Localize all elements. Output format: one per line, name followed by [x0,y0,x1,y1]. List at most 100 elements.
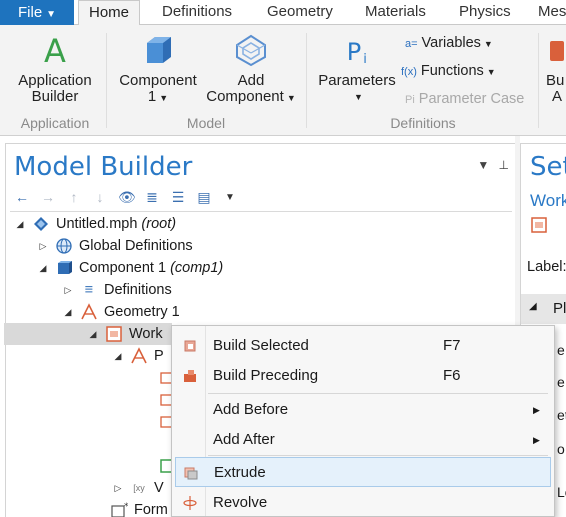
tree-node-form[interactable]: * Form [110,499,168,517]
build-selected-icon [184,340,196,352]
tree-node-view[interactable]: ▷ [xy V [112,477,164,499]
plane-geometry-label: P [154,348,164,364]
tree-node-plane-geometry[interactable]: ◢ P [112,345,164,367]
move-down-icon[interactable]: ↓ [92,189,108,205]
back-arrow-icon[interactable]: ← [14,189,30,205]
collapsed-triangle-icon[interactable]: ▷ [112,477,124,499]
list-view-icon[interactable]: ▤ [196,189,212,206]
menu-item-add-before[interactable]: Add Before ▶ [172,395,554,425]
expand-triangle-icon[interactable]: ◢ [87,323,99,345]
expand-triangle-icon[interactable]: ◢ [37,257,49,279]
expand-triangle-icon[interactable]: ◢ [14,213,26,235]
menu-item-build-preceding[interactable]: Build Preceding F6 [172,361,554,391]
component-tag: (comp1) [170,260,224,276]
settings-section-header[interactable]: ◢ Pl [521,294,566,324]
submenu-arrow-icon: ▶ [533,405,540,415]
build-label-2: A [552,88,563,105]
menu-item-extrude[interactable]: Extrude [175,457,551,487]
file-label: File [18,4,43,21]
tree-node-root[interactable]: ◢ Untitled.mph (root) [14,213,177,235]
build-selected-toolbar-icon[interactable] [530,216,548,237]
ribbon-separator [538,33,539,128]
svg-text:*: * [124,502,128,512]
tree-node-geometry[interactable]: ◢ Geometry 1 [62,301,180,323]
section-label: Pl [553,300,566,317]
component-label-2: 1 [147,88,157,105]
panel-menu-caret-icon[interactable]: ▼ [477,158,489,172]
parameters-button[interactable]: P i Parameters ▼ [314,33,400,105]
forward-arrow-icon[interactable]: → [40,189,56,205]
tree-node-component[interactable]: ◢ Component 1 (comp1) [37,257,224,279]
settings-row-letter: e: [557,374,566,390]
parameter-case-icon: Pi [405,94,415,106]
plane-geometry-icon [130,347,148,365]
collapsed-triangle-icon[interactable]: ▷ [62,279,74,301]
add-before-label: Add Before [213,401,289,418]
tab-definitions[interactable]: Definitions [152,0,242,25]
application-builder-label-1: Application [18,72,92,89]
section-collapse-triangle-icon[interactable]: ◢ [529,301,537,312]
ribbon-tab-bar: File ▼ Home Definitions Geometry Material… [0,0,566,26]
settings-row-letter: o [557,441,565,457]
view-label: V [154,480,164,496]
parameters-pi-icon: P i [347,38,367,67]
model-file-icon [32,215,50,233]
build-preceding-label: Build Preceding [213,367,319,384]
add-component-button[interactable]: Add Component ▼ [203,33,299,106]
menu-item-build-selected[interactable]: Build Selected F7 [172,331,554,361]
model-builder-title: Model Builder [14,152,193,182]
tab-physics[interactable]: Physics [449,0,521,25]
tab-materials[interactable]: Materials [355,0,436,25]
tab-home[interactable]: Home [78,0,141,26]
work-plane-icon [105,325,123,343]
build-preceding-shortcut: F6 [443,367,461,384]
ribbon-separator [306,33,307,128]
build-preceding-icon [184,370,196,382]
revolve-label: Revolve [213,494,268,511]
build-all-button[interactable]: Bu A [546,33,566,105]
parameter-case-button[interactable]: Pi Parameter Case [405,91,524,107]
move-up-icon[interactable]: ↑ [66,189,82,205]
tree-node-definitions[interactable]: ▷ ≡ Definitions [62,279,172,301]
build-selected-shortcut: F7 [443,337,461,354]
menu-separator [208,455,548,456]
form-icon: * [110,501,129,517]
functions-icon: f(x) [401,66,417,78]
collapse-all-icon[interactable]: ≣ [144,189,160,206]
settings-title: Set [530,152,566,182]
svg-text:i: i [363,52,367,67]
caret-down-icon: ▼ [159,93,169,103]
work-plane-label: Work [129,326,163,342]
add-component-label-1: Add [237,72,265,89]
expand-all-icon[interactable]: ☰ [170,189,186,206]
extrude-icon [184,467,198,480]
caret-down-icon: ▼ [286,93,296,103]
add-after-label: Add After [213,431,275,448]
toolbar-caret-icon[interactable]: ▼ [222,192,238,203]
file-menu-button[interactable]: File ▼ [0,0,74,25]
application-builder-button[interactable]: A Application Builder [12,33,98,105]
tab-mesh[interactable]: Mes [528,0,566,25]
global-definitions-label: Global Definitions [79,238,193,254]
application-builder-icon: A [44,33,66,67]
caret-down-icon: ▼ [486,67,496,77]
menu-item-add-after[interactable]: Add After ▶ [172,425,554,455]
expand-triangle-icon[interactable]: ◢ [62,301,74,323]
pin-icon[interactable]: ⊥ [499,158,509,172]
parameters-label: Parameters [318,72,396,89]
geometry-label: Geometry 1 [104,304,180,320]
component-button[interactable]: Component 1 ▼ [113,33,203,106]
tree-node-work-plane[interactable]: ◢ Work [87,323,163,345]
menu-item-revolve[interactable]: Revolve [172,488,554,517]
variables-button[interactable]: a= Variables ▼ [405,35,493,51]
settings-row-letter: Lo [557,484,566,500]
expand-triangle-icon[interactable]: ◢ [112,345,124,367]
root-tag: (root) [141,216,177,232]
collapsed-triangle-icon[interactable]: ▷ [37,235,49,257]
view-axes-icon: [xy [133,483,145,494]
show-eye-icon[interactable]: 👁 [118,189,136,206]
tab-geometry[interactable]: Geometry [257,0,343,25]
component-cube-icon [147,37,171,63]
functions-button[interactable]: f(x) Functions ▼ [401,63,496,79]
tree-node-global-definitions[interactable]: ▷ Global Definitions [37,235,193,257]
